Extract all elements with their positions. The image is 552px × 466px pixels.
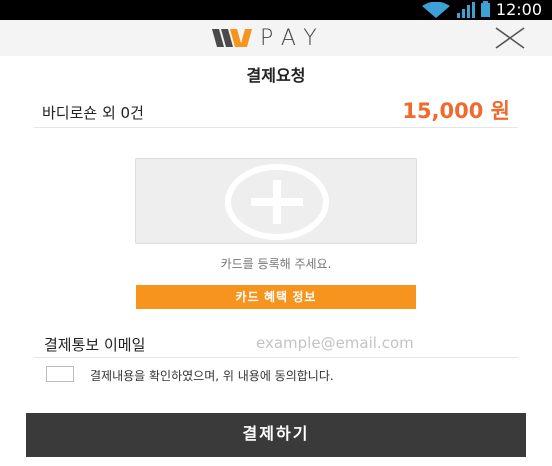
agreement-row: 결제내용을 확인하였으며, 위 내용에 동의합니다. (46, 366, 506, 384)
wifi-icon (421, 2, 450, 18)
close-icon[interactable] (494, 26, 526, 50)
email-row: 결제통보 이메일 (34, 328, 518, 358)
order-price: 15,000 원 (402, 99, 510, 123)
status-time: 12:00 (495, 0, 542, 19)
wpay-logo: PAY (212, 25, 326, 51)
pay-button[interactable]: 결제하기 (26, 413, 526, 457)
wpay-w-logo-icon (212, 29, 252, 47)
page-title: 결제요청 (246, 66, 306, 85)
product-name: 바디로숀 외 0건 (42, 104, 144, 122)
status-bar: 12:00 (0, 0, 552, 20)
add-card-button[interactable] (135, 158, 417, 244)
email-label: 결제통보 이메일 (44, 336, 146, 354)
card-hint: 카드를 등록해 주세요. (220, 257, 332, 271)
plus-circle-icon (225, 164, 329, 240)
app-header: PAY (0, 20, 552, 56)
agree-text: 결제내용을 확인하였으며, 위 내용에 동의합니다. (90, 369, 334, 383)
email-input[interactable] (256, 331, 516, 355)
card-benefit-button[interactable]: 카드 혜택 정보 (136, 285, 416, 309)
agree-checkbox[interactable] (46, 366, 74, 382)
status-icons: 12:00 (421, 0, 542, 19)
logo-text: PAY (260, 25, 326, 51)
signal-icon (456, 2, 475, 18)
order-summary: 바디로숀 외 0건 15,000 원 (34, 94, 518, 128)
battery-icon (480, 1, 490, 17)
